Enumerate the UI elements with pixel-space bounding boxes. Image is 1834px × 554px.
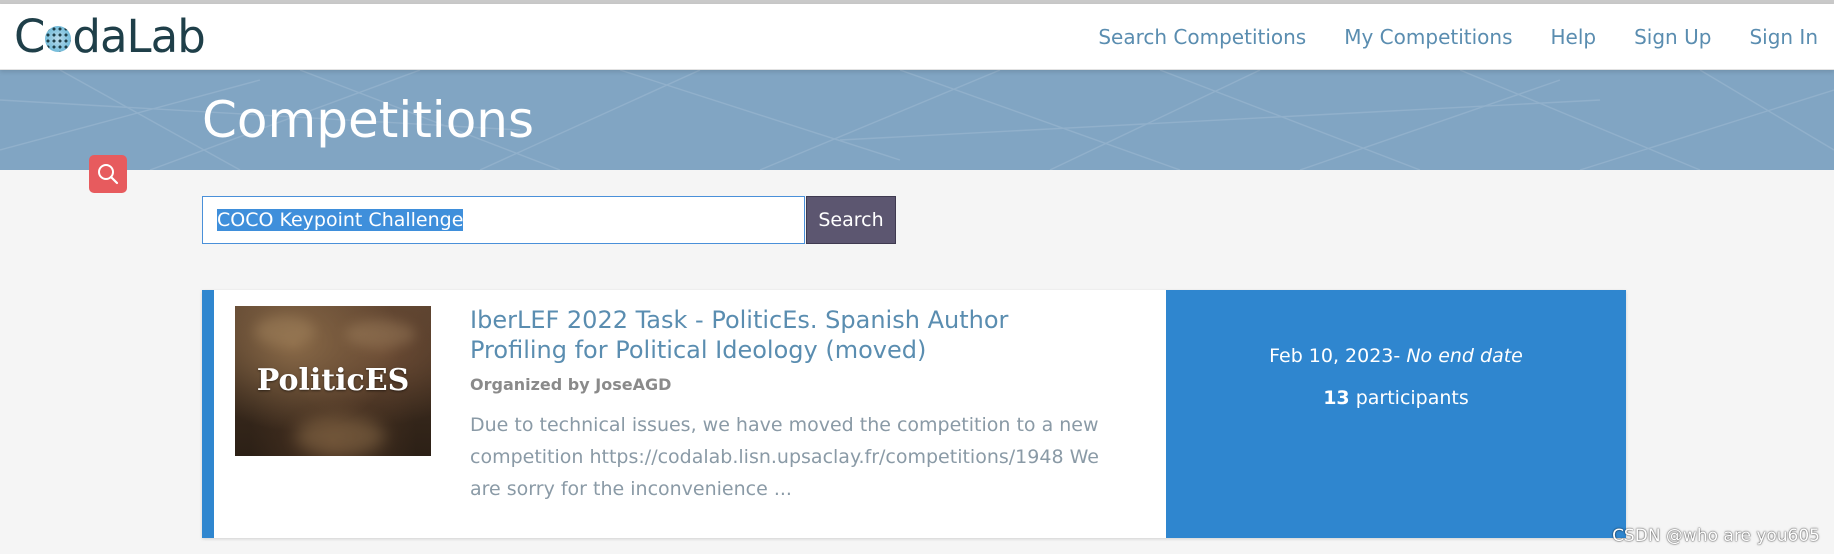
competition-organizer: Organized by JoseAGD bbox=[470, 375, 672, 394]
competition-thumbnail[interactable]: PoliticES bbox=[235, 306, 431, 456]
nav-links: Search Competitions My Competitions Help… bbox=[1060, 4, 1818, 69]
nav-sign-in[interactable]: Sign In bbox=[1749, 25, 1818, 49]
nav-search-competitions[interactable]: Search Competitions bbox=[1098, 25, 1306, 49]
search-toggle-button[interactable] bbox=[89, 155, 127, 193]
competition-meta-panel: Feb 10, 2023- No end date 13 participant… bbox=[1166, 290, 1626, 538]
search-icon bbox=[98, 164, 119, 185]
logo-o-dot-icon bbox=[45, 26, 72, 52]
search-input-value: COCO Keypoint Challenge bbox=[217, 209, 464, 231]
search-input[interactable]: COCO Keypoint Challenge bbox=[202, 196, 805, 244]
competition-card: PoliticES IberLEF 2022 Task - PoliticEs.… bbox=[202, 290, 1626, 538]
search-button[interactable]: Search bbox=[806, 196, 896, 244]
navbar: CdaLab Search Competitions My Competitio… bbox=[0, 4, 1834, 70]
competition-title-link[interactable]: IberLEF 2022 Task - PoliticEs. Spanish A… bbox=[470, 305, 1110, 365]
thumbnail-blur bbox=[295, 416, 385, 456]
nav-help[interactable]: Help bbox=[1551, 25, 1597, 49]
thumbnail-text: PoliticES bbox=[256, 363, 410, 398]
nav-sign-up[interactable]: Sign Up bbox=[1634, 25, 1711, 49]
start-date: Feb 10, 2023- bbox=[1269, 345, 1401, 367]
page-banner: Competitions bbox=[0, 70, 1834, 170]
nav-my-competitions[interactable]: My Competitions bbox=[1344, 25, 1512, 49]
participants-label: participants bbox=[1355, 387, 1469, 409]
participants-number: 13 bbox=[1323, 387, 1350, 409]
page-title: Competitions bbox=[202, 91, 535, 149]
watermark: CSDN @who are you605 bbox=[1612, 526, 1820, 546]
thumbnail-blur bbox=[255, 316, 315, 346]
end-date: No end date bbox=[1406, 345, 1523, 367]
thumbnail-blur bbox=[345, 320, 415, 348]
codalab-logo[interactable]: CdaLab bbox=[14, 12, 206, 62]
competition-description: Due to technical issues, we have moved t… bbox=[470, 414, 1099, 500]
competition-dates: Feb 10, 2023- No end date bbox=[1166, 345, 1626, 367]
participants-count: 13 participants bbox=[1166, 387, 1626, 409]
